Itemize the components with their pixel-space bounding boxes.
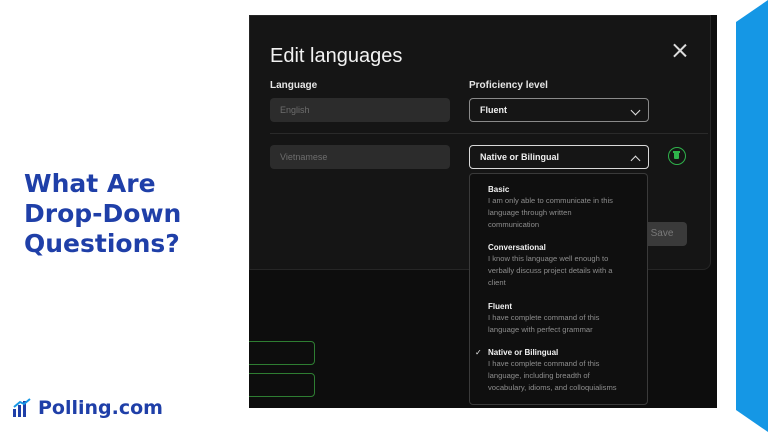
option-desc-line: I know this language well enough to bbox=[488, 254, 609, 263]
option-desc-line: verbally discuss project details with a bbox=[488, 266, 613, 275]
selected-value: Native or Bilingual bbox=[480, 152, 560, 162]
option-desc-line: language through written bbox=[488, 208, 572, 217]
accent-stripe bbox=[736, 0, 768, 432]
option-title: Native or Bilingual bbox=[488, 348, 559, 357]
accent-notch bbox=[736, 410, 768, 432]
headline-line: What Are bbox=[24, 169, 156, 198]
brand-logo[interactable]: Polling.com bbox=[12, 397, 163, 419]
background-field bbox=[249, 373, 315, 397]
option-title: Conversational bbox=[488, 243, 546, 252]
language-input-vietnamese[interactable]: Vietnamese bbox=[270, 145, 450, 169]
accent-notch bbox=[736, 0, 768, 22]
proficiency-select-vietnamese[interactable]: Native or Bilingual bbox=[469, 145, 649, 169]
headline: What Are Drop-Down Questions? bbox=[24, 169, 224, 259]
option-desc-line: I am only able to communicate in this bbox=[488, 196, 613, 205]
chevron-up-icon bbox=[630, 155, 641, 166]
app-screenshot: Edit languages Language Proficiency leve… bbox=[249, 15, 717, 408]
selected-value: Fluent bbox=[480, 105, 507, 115]
option-desc-line: I have complete command of this bbox=[488, 359, 600, 368]
option-desc-line: language with perfect grammar bbox=[488, 325, 593, 334]
language-input-english[interactable]: English bbox=[270, 98, 450, 122]
dropdown-option-basic[interactable]: Basic I am only able to communicate in t… bbox=[488, 184, 643, 231]
proficiency-dropdown-menu: Basic I am only able to communicate in t… bbox=[469, 173, 648, 405]
headline-line: Drop-Down bbox=[24, 199, 182, 228]
proficiency-label: Proficiency level bbox=[469, 80, 548, 91]
chevron-down-icon bbox=[630, 105, 641, 116]
option-desc-line: language, including breadth of bbox=[488, 371, 590, 380]
option-title: Basic bbox=[488, 185, 510, 194]
language-label: Language bbox=[270, 80, 318, 91]
close-icon[interactable] bbox=[673, 43, 687, 57]
option-title: Fluent bbox=[488, 302, 512, 311]
dialog-title: Edit languages bbox=[270, 45, 403, 67]
brand-name: Polling.com bbox=[38, 397, 163, 419]
poll-bars-icon bbox=[13, 398, 31, 417]
checkmark-icon: ✓ bbox=[475, 348, 482, 357]
delete-language-button[interactable] bbox=[668, 147, 686, 165]
option-desc-line: I have complete command of this bbox=[488, 313, 600, 322]
proficiency-select-english[interactable]: Fluent bbox=[469, 98, 649, 122]
option-desc-line: vocabulary, idioms, and colloquialisms bbox=[488, 383, 617, 392]
row-divider bbox=[270, 133, 708, 134]
option-desc-line: communication bbox=[488, 220, 540, 229]
background-field bbox=[249, 341, 315, 365]
dropdown-option-fluent[interactable]: Fluent I have complete command of this l… bbox=[488, 301, 643, 336]
option-desc-line: client bbox=[488, 278, 506, 287]
dropdown-option-conversational[interactable]: Conversational I know this language well… bbox=[488, 242, 643, 289]
trash-icon bbox=[674, 153, 679, 159]
headline-line: Questions? bbox=[24, 229, 180, 258]
dropdown-option-native-or-bilingual[interactable]: ✓ Native or Bilingual I have complete co… bbox=[475, 347, 643, 394]
